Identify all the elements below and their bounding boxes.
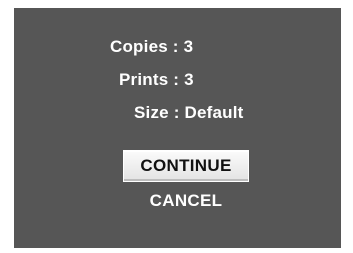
cancel-button[interactable]: CANCEL bbox=[123, 190, 249, 212]
size-info: Size : Default bbox=[134, 103, 244, 122]
copies-info: Copies : 3 bbox=[110, 37, 194, 56]
prints-info: Prints : 3 bbox=[119, 70, 194, 89]
print-confirm-screen: Copies : 3 Prints : 3 Size : Default CON… bbox=[14, 8, 341, 248]
continue-button[interactable]: CONTINUE bbox=[123, 150, 249, 182]
